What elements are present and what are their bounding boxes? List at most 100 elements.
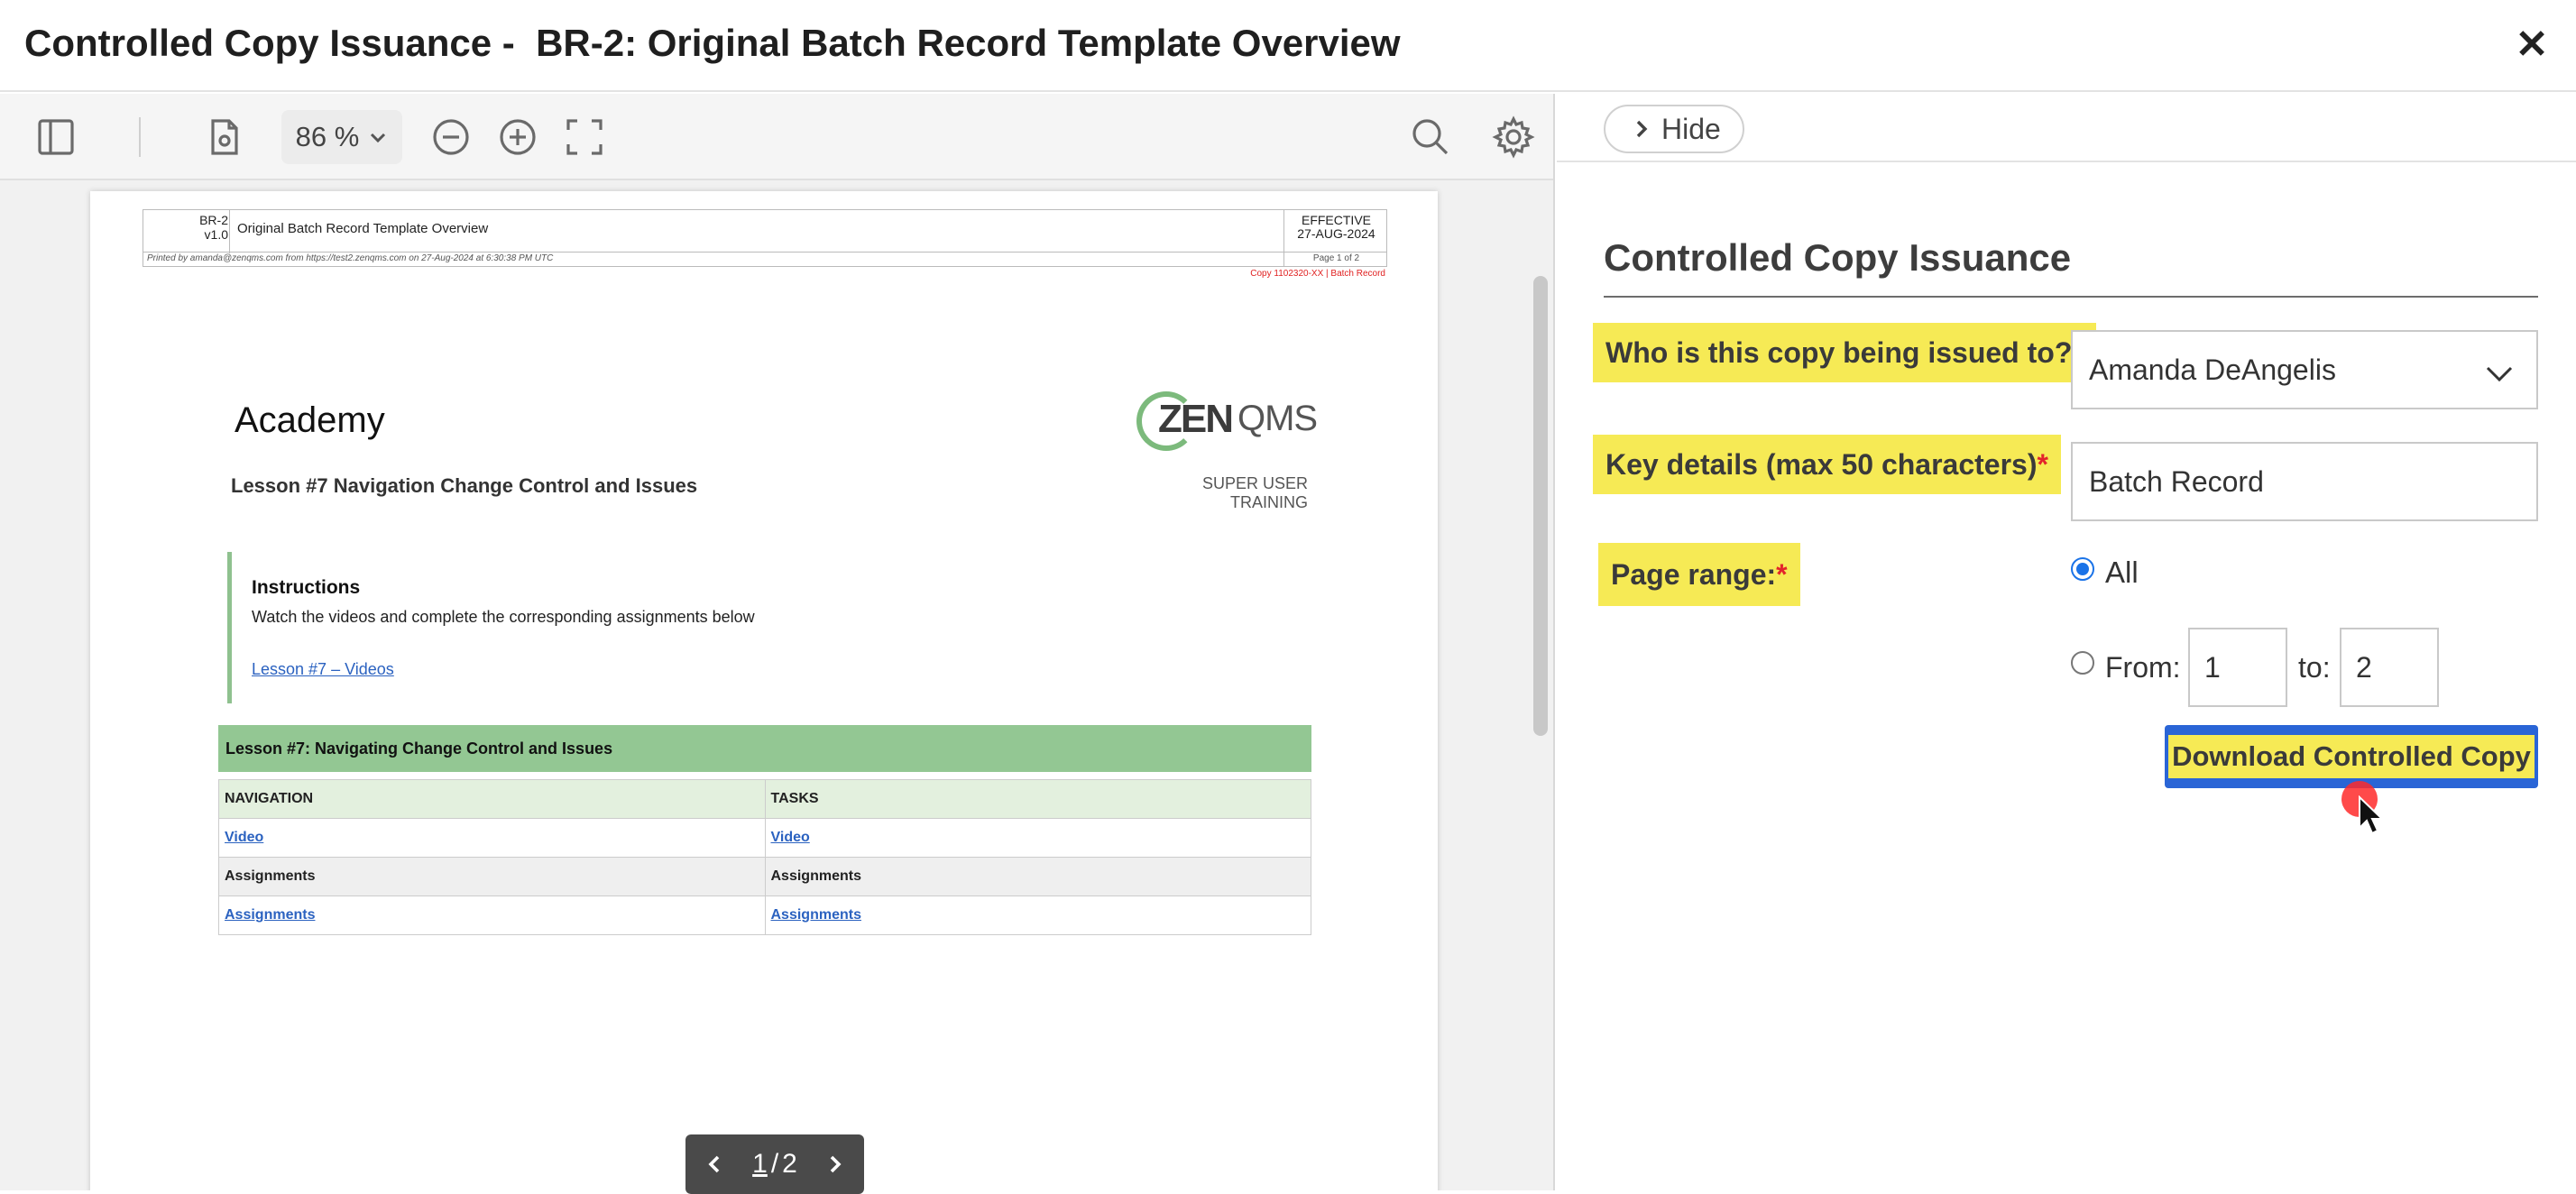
table-cell: Assignments: [764, 896, 1311, 935]
current-page[interactable]: 1: [752, 1149, 768, 1180]
hide-label: Hide: [1661, 112, 1721, 145]
document-scroll-area[interactable]: BR-2 v1.0 Original Batch Record Template…: [0, 182, 1555, 1190]
search-icon[interactable]: [1407, 114, 1454, 161]
video-link[interactable]: Video: [771, 830, 810, 845]
zoom-in-icon[interactable]: [494, 114, 541, 161]
doc-version: v1.0: [204, 227, 228, 242]
to-label: to:: [2298, 651, 2331, 684]
range-label-text: Page range:: [1611, 557, 1777, 591]
who-select-value: Amanda DeAngelis: [2089, 353, 2336, 386]
toolbar-divider: [139, 117, 141, 157]
from-page-value: 1: [2204, 650, 2221, 684]
instructions-text: Watch the videos and complete the corres…: [252, 608, 755, 626]
zenqms-logo: ZEN QMS: [1136, 391, 1318, 455]
document-page: BR-2 v1.0 Original Batch Record Template…: [90, 191, 1438, 1190]
tagline: SUPER USER TRAINING: [1201, 474, 1308, 511]
table-cell: Assignments: [218, 857, 766, 896]
chevron-right-icon[interactable]: [824, 1153, 846, 1175]
effective-cell: EFFECTIVE 27-AUG-2024: [1283, 210, 1388, 253]
document-viewer: 86 % BR-2 v1.0 Original Batch Record Tem…: [0, 94, 1555, 1194]
org-name: Academy: [235, 400, 385, 440]
document-settings-icon[interactable]: [200, 114, 247, 161]
instructions-box: Instructions Watch the videos and comple…: [227, 552, 787, 703]
who-label-text: Who is this copy being issued to?: [1605, 335, 2073, 369]
panel-topbar: Hide: [1557, 94, 2576, 162]
radio-all[interactable]: [2071, 557, 2094, 581]
lesson-bar: Lesson #7: Navigating Change Control and…: [218, 725, 1311, 772]
logo-zen-text: ZEN: [1158, 397, 1234, 441]
required-marker: *: [2037, 447, 2048, 481]
radio-from-label[interactable]: From:: [2105, 651, 2181, 684]
table-cell: Video: [218, 818, 766, 858]
table-row: Assignments Assignments: [218, 896, 1311, 935]
table-cell: Assignments: [764, 857, 1311, 896]
close-icon[interactable]: ✕: [2515, 25, 2549, 65]
key-label-text: Key details (max 50 characters): [1605, 447, 2038, 481]
printed-by-text: Printed by amanda@zenqms.com from https:…: [147, 253, 554, 263]
zoom-value: 86 %: [295, 121, 360, 152]
radio-from[interactable]: [2071, 651, 2094, 675]
effective-label: EFFECTIVE: [1301, 213, 1371, 227]
effective-date: 27-AUG-2024: [1297, 226, 1375, 241]
scrollbar[interactable]: [1533, 276, 1548, 736]
gear-icon[interactable]: [1490, 114, 1537, 161]
mouse-cursor-icon: [2359, 795, 2385, 835]
doc-header-table: BR-2 v1.0 Original Batch Record Template…: [143, 209, 1387, 253]
chevron-left-icon[interactable]: [704, 1153, 725, 1175]
download-button-label: Download Controlled Copy: [2168, 735, 2535, 778]
page-separator: /: [770, 1149, 779, 1179]
doc-name: Original Batch Record Template Overview: [237, 221, 489, 236]
title-bar: Controlled Copy Issuance - BR-2: Origina…: [0, 0, 2576, 92]
logo-qms-text: QMS: [1237, 399, 1318, 438]
download-controlled-copy-button[interactable]: Download Controlled Copy: [2165, 725, 2538, 788]
key-details-value: Batch Record: [2089, 464, 2264, 498]
heading-divider: [1604, 296, 2538, 298]
who-select[interactable]: Amanda DeAngelis: [2071, 330, 2538, 409]
hide-button[interactable]: Hide: [1604, 105, 1744, 153]
lesson-bar-text: Lesson #7: Navigating Change Control and…: [225, 739, 613, 758]
lesson-subtitle: Lesson #7 Navigation Change Control and …: [231, 474, 698, 497]
fullscreen-icon[interactable]: [561, 114, 608, 161]
table-header-cell: NAVIGATION: [218, 779, 766, 819]
to-page-input[interactable]: 2: [2340, 628, 2439, 707]
lesson-table: NAVIGATION TASKS Video Video Assignments…: [218, 779, 1311, 935]
panel-heading: Controlled Copy Issuance: [1604, 236, 2072, 279]
table-header-cell: TASKS: [764, 779, 1311, 819]
table-row: NAVIGATION TASKS: [218, 779, 1311, 819]
zoom-out-icon[interactable]: [428, 114, 474, 161]
chevron-down-icon: [2486, 366, 2513, 382]
doc-id-cell: BR-2 v1.0: [143, 210, 230, 253]
instructions-heading: Instructions: [252, 577, 361, 598]
chevron-down-icon: [371, 133, 386, 143]
key-details-input[interactable]: Batch Record: [2071, 442, 2538, 521]
assignments-link[interactable]: Assignments: [771, 907, 861, 923]
window-title: Controlled Copy Issuance - BR-2: Origina…: [24, 22, 1401, 64]
page-info: Page 1 of 2: [1283, 253, 1388, 267]
to-page-value: 2: [2356, 650, 2372, 684]
who-label: Who is this copy being issued to?*: [1593, 323, 2096, 382]
zoom-select[interactable]: 86 %: [281, 110, 402, 164]
video-link[interactable]: Video: [225, 830, 263, 845]
viewer-toolbar: 86 %: [0, 94, 1555, 180]
from-page-input[interactable]: 1: [2188, 628, 2287, 707]
key-details-label: Key details (max 50 characters) *: [1593, 435, 2061, 494]
doc-print-row: Printed by amanda@zenqms.com from https:…: [143, 253, 1387, 267]
page-navigator: 1 / 2: [685, 1134, 864, 1194]
table-cell: Assignments: [218, 896, 766, 935]
table-row: Video Video: [218, 818, 1311, 858]
page-range-label: Page range: *: [1598, 543, 1800, 606]
sidebar-toggle-icon[interactable]: [32, 114, 79, 161]
page-number: 1 / 2: [752, 1149, 797, 1180]
total-pages: 2: [782, 1149, 797, 1179]
chevron-right-icon: [1636, 120, 1648, 138]
required-marker: *: [1776, 557, 1788, 591]
table-cell: Video: [764, 818, 1311, 858]
copy-info: Copy 1102320-XX | Batch Record: [1250, 269, 1385, 279]
radio-all-label[interactable]: All: [2105, 556, 2139, 590]
issuance-panel: Hide Controlled Copy Issuance Who is thi…: [1557, 94, 2576, 1190]
lesson-videos-link[interactable]: Lesson #7 – Videos: [252, 660, 394, 679]
table-row: Assignments Assignments: [218, 857, 1311, 896]
assignments-link[interactable]: Assignments: [225, 907, 315, 923]
panel-divider: [1553, 94, 1555, 1190]
doc-id: BR-2: [199, 213, 228, 227]
